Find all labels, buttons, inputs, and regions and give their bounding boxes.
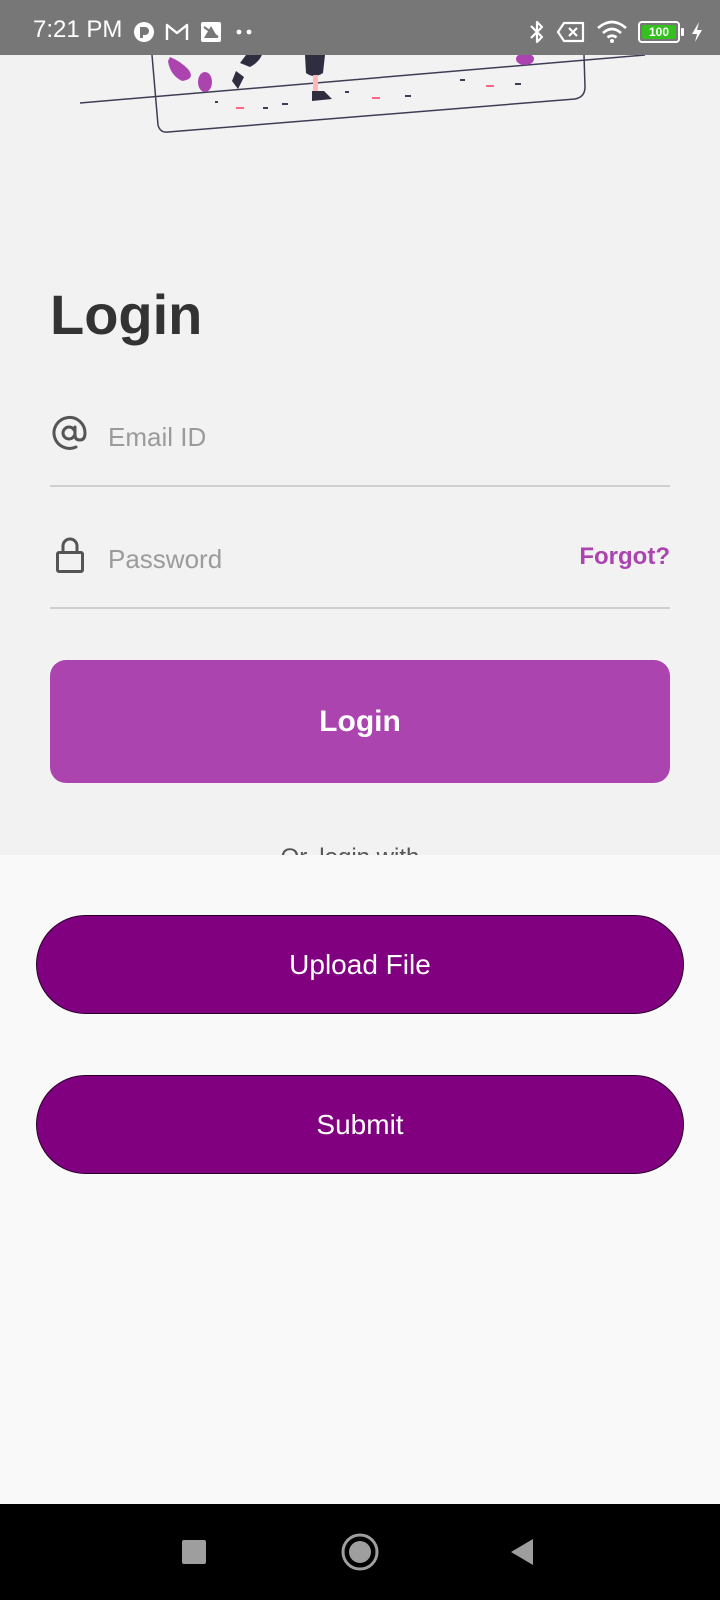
recents-button[interactable]	[164, 1504, 224, 1600]
page-title: Login	[50, 283, 203, 346]
bluetooth-icon	[530, 20, 544, 44]
status-bar: 7:21 PM 100	[0, 0, 720, 55]
no-sim-icon	[556, 21, 585, 43]
home-icon	[341, 1533, 379, 1571]
password-field[interactable]: Forgot?	[50, 527, 670, 609]
gmail-icon	[165, 23, 189, 40]
navigation-bar	[0, 1504, 720, 1600]
status-left-icons	[133, 20, 257, 44]
status-right-icons: 100	[528, 18, 704, 46]
forgot-password-link[interactable]: Forgot?	[579, 543, 670, 571]
wifi-icon	[597, 20, 627, 43]
login-illustration	[79, 55, 646, 133]
bottom-sheet: Upload File Submit	[0, 855, 720, 1504]
submit-button[interactable]: Submit	[36, 1075, 684, 1174]
password-input[interactable]	[108, 539, 528, 579]
battery-icon: 100	[638, 21, 684, 43]
more-dots-icon	[236, 29, 252, 35]
email-field[interactable]	[50, 405, 670, 487]
or-login-with-text: Or, login with...	[0, 842, 720, 856]
recents-icon	[182, 1540, 206, 1564]
at-sign-icon	[52, 415, 87, 450]
battery-level: 100	[648, 25, 670, 39]
home-button[interactable]	[330, 1504, 390, 1600]
status-time: 7:21 PM	[33, 16, 123, 43]
charging-icon	[692, 22, 702, 42]
lock-icon	[56, 537, 84, 573]
login-button[interactable]: Login	[50, 660, 670, 783]
back-button[interactable]	[492, 1504, 552, 1600]
notification-app-icon	[134, 22, 154, 42]
email-input[interactable]	[108, 417, 528, 457]
upload-file-button[interactable]: Upload File	[36, 915, 684, 1014]
photos-icon	[201, 22, 221, 42]
back-icon	[511, 1539, 533, 1565]
